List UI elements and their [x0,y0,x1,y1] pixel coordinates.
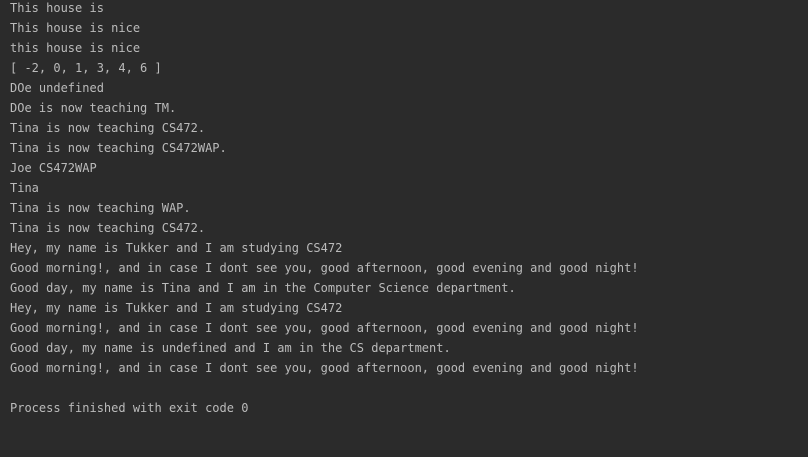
console-line: Good morning!, and in case I dont see yo… [10,261,639,275]
console-line: this house is nice [10,41,141,55]
console-line: Good day, my name is Tina and I am in th… [10,281,516,295]
console-line: Hey, my name is Tukker and I am studying… [10,241,343,255]
console-line: Tina is now teaching WAP. [10,201,191,215]
console-line: This house is nice [10,21,141,35]
console-line: Tina is now teaching CS472. [10,221,206,235]
console-line: Hey, my name is Tukker and I am studying… [10,301,343,315]
console-line: Good morning!, and in case I dont see yo… [10,321,639,335]
console-line: [ -2, 0, 1, 3, 4, 6 ] [10,61,162,75]
console-line: Good morning!, and in case I dont see yo… [10,361,639,375]
console-line: Tina is now teaching CS472WAP. [10,141,227,155]
console-output: This house is This house is nice this ho… [10,0,808,420]
console-line: DOe undefined [10,81,104,95]
console-line: Good day, my name is undefined and I am … [10,341,451,355]
process-exit-message: Process finished with exit code 0 [10,401,249,415]
run-console[interactable]: This house is This house is nice this ho… [0,0,808,457]
console-line: Tina [10,181,39,195]
console-line: This house is [10,1,104,15]
console-line: Tina is now teaching CS472. [10,121,206,135]
console-line: Joe CS472WAP [10,161,97,175]
console-blank-line [10,380,808,400]
console-line: DOe is now teaching TM. [10,101,177,115]
